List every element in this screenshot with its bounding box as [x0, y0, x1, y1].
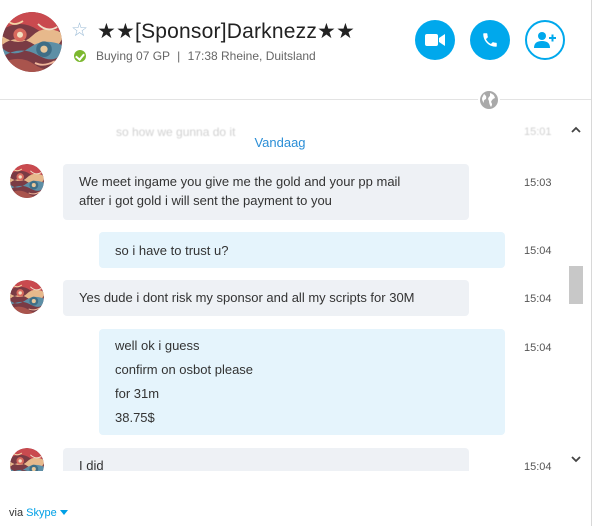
audio-call-button[interactable]: [470, 20, 510, 60]
message-text: confirm on osbot please: [115, 362, 254, 377]
message-timestamp: 15:04: [524, 461, 552, 471]
scroll-down-arrow-icon[interactable]: [570, 453, 582, 465]
channel-name: Skype: [26, 507, 57, 519]
conversation-header: ☆ ★★[Sponsor]Darknezz★★ Buying 07 GP | 1…: [0, 0, 591, 100]
day-separator: Vandaag: [0, 135, 566, 150]
add-person-icon: [534, 32, 556, 48]
message-text: We meet ingame you give me the gold and …: [79, 174, 401, 189]
message-text: after i got gold i will sent the payment…: [79, 193, 332, 208]
contact-subtitle: Buying 07 GP | 17:38 Rheine, Duitsland: [96, 48, 316, 64]
message-text: so i have to trust u?: [115, 243, 229, 258]
subtitle-separator: |: [177, 49, 181, 63]
message-timestamp: 15:04: [524, 245, 552, 257]
message-bubble-incoming[interactable]: I did: [63, 448, 469, 471]
message-timestamp: 15:04: [524, 342, 552, 354]
video-camera-icon: [425, 34, 445, 46]
phone-icon: [483, 33, 497, 47]
message-timestamp: 15:04: [524, 293, 552, 305]
message-text: for 31m: [115, 386, 160, 401]
chat-scrollbar[interactable]: [566, 117, 586, 471]
message-channel-selector: via Skype: [9, 507, 68, 519]
channel-dropdown[interactable]: Skype: [26, 507, 68, 519]
sender-avatar[interactable]: [10, 280, 44, 314]
message-bubble-incoming[interactable]: Yes dude i dont risk my sponsor and all …: [63, 280, 469, 316]
message-text: I did: [79, 458, 104, 471]
favorite-star-icon[interactable]: ☆: [71, 20, 88, 42]
local-time-location: 17:38 Rheine, Duitsland: [187, 49, 316, 63]
message-timestamp: 15:03: [524, 177, 552, 189]
via-label: via: [9, 507, 24, 519]
message-bubble-outgoing[interactable]: so i have to trust u?: [99, 232, 505, 268]
scroll-up-arrow-icon[interactable]: [570, 123, 582, 135]
message-bubble-outgoing[interactable]: well ok i guess confirm on osbot please …: [99, 329, 505, 435]
online-status-icon: [74, 50, 86, 62]
sender-avatar[interactable]: [10, 448, 44, 471]
contact-avatar[interactable]: [2, 12, 62, 72]
contact-name[interactable]: ★★[Sponsor]Darknezz★★: [97, 19, 355, 45]
mood-message: Buying 07 GP: [96, 49, 170, 63]
chevron-down-icon: [59, 510, 68, 515]
sender-avatar[interactable]: [10, 164, 44, 198]
day-separator-label: Vandaag: [254, 135, 306, 150]
message-text: well ok i guess: [115, 338, 200, 353]
message-text: Yes dude i dont risk my sponsor and all …: [79, 290, 415, 305]
message-bubble-incoming[interactable]: We meet ingame you give me the gold and …: [63, 164, 469, 220]
message-text: 38.75$: [115, 410, 155, 425]
video-call-button[interactable]: [415, 20, 455, 60]
scrollbar-thumb[interactable]: [569, 266, 583, 304]
add-people-button[interactable]: [525, 20, 565, 60]
message-history[interactable]: so how we gunna do it 15:01 Vandaag We m…: [0, 101, 566, 471]
